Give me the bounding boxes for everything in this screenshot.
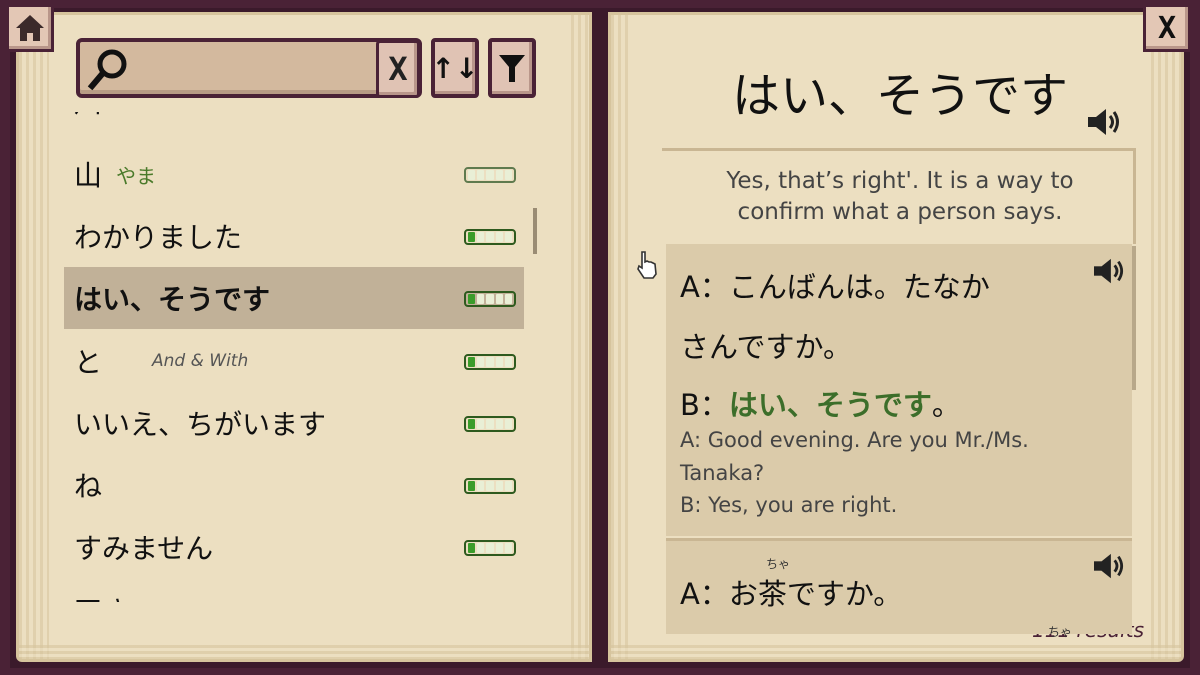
word-list-item[interactable]: 山やま — [64, 143, 524, 205]
mastery-meter — [464, 416, 516, 432]
example-translation-a: A: Good evening. Are you Mr./Ms. Tanaka? — [680, 428, 1029, 485]
example-card-2: ちゃ A：お茶ですか。 ちゃ — [666, 538, 1132, 639]
search-bar: X — [76, 38, 422, 98]
word-reading: かわ — [116, 112, 156, 116]
example-line-a2: さんですか。 — [680, 330, 852, 364]
search-icon — [87, 49, 127, 91]
word-japanese: と — [74, 346, 103, 379]
book-spine — [592, 20, 608, 668]
mastery-meter — [464, 478, 516, 494]
word-japanese: いいえ、ちがいます — [74, 408, 327, 441]
mastery-meter — [464, 540, 516, 556]
example-scrollbar[interactable] — [1132, 246, 1136, 390]
speaker-icon[interactable] — [1086, 106, 1122, 138]
word-japanese: わかりました — [74, 221, 243, 254]
filter-icon — [499, 55, 525, 82]
word-japanese: 山 — [74, 159, 103, 192]
list-scrollbar[interactable] — [533, 208, 537, 254]
word-japanese: 四さ — [74, 590, 130, 602]
sort-button[interactable]: ↑↓ — [431, 38, 479, 98]
example2-line-a: A：お茶ですか。 — [680, 577, 903, 611]
word-reading: やま — [116, 163, 157, 188]
mastery-meter — [464, 167, 516, 183]
definition-text: Yes, that’s right'. It is a way to confi… — [726, 168, 1074, 225]
example-highlight: はい、そうです — [728, 388, 932, 422]
word-japanese: はい、そうです — [74, 283, 271, 316]
home-button[interactable] — [6, 4, 54, 52]
close-button[interactable]: X — [1143, 4, 1191, 52]
word-list-item[interactable]: わかりました — [64, 205, 524, 267]
mastery-meter — [464, 291, 516, 307]
word-list[interactable]: 川 かわ山やまわかりましたはい、そうですと And & With いいえ、ちがいますね… — [64, 112, 524, 602]
hand-cursor-icon — [637, 251, 657, 279]
close-icon: X — [1157, 10, 1177, 46]
example-line-b: B：はい、そうです。 — [680, 382, 961, 424]
word-japanese: ね — [74, 470, 103, 503]
word-list-item[interactable]: いいえ、ちがいます — [64, 392, 524, 454]
mastery-meter — [464, 229, 516, 245]
word-list-item[interactable]: 四さ — [64, 579, 524, 602]
word-list-item[interactable]: はい、そうです — [64, 267, 524, 329]
search-input[interactable] — [138, 48, 368, 88]
speaker-icon[interactable] — [1092, 256, 1126, 286]
clear-icon: X — [388, 50, 408, 88]
speaker-icon[interactable] — [1092, 551, 1126, 581]
filter-button[interactable] — [488, 38, 536, 98]
example-translation-b: B: Yes, you are right. — [680, 493, 898, 517]
entry-title: はい、そうです — [731, 68, 1068, 124]
word-japanese: 川 — [74, 112, 102, 121]
word-list-item[interactable]: と And & With — [64, 330, 524, 392]
mastery-meter — [464, 354, 516, 370]
furigana: ちゃ — [1048, 625, 1073, 639]
word-list-item[interactable]: 川 かわ — [64, 112, 524, 132]
furigana: ちゃ — [766, 557, 791, 571]
word-list-item[interactable]: ね — [64, 454, 524, 516]
sort-icon: ↑↓ — [431, 51, 479, 85]
word-japanese: すみません — [74, 532, 214, 565]
word-english: And & With — [152, 351, 249, 371]
example-line-b-prefix: B： — [680, 388, 729, 422]
example-line-a1: A：こんばんは。たなか — [680, 270, 990, 304]
clear-search-button[interactable]: X — [376, 40, 420, 98]
word-list-item[interactable]: すみません — [64, 516, 524, 578]
home-icon — [16, 15, 44, 41]
example-line-b-suffix: 。 — [931, 388, 961, 422]
example-card-1: A：こんばんは。たなか さんですか。 B：はい、そうです。 A: Good ev… — [666, 244, 1132, 536]
